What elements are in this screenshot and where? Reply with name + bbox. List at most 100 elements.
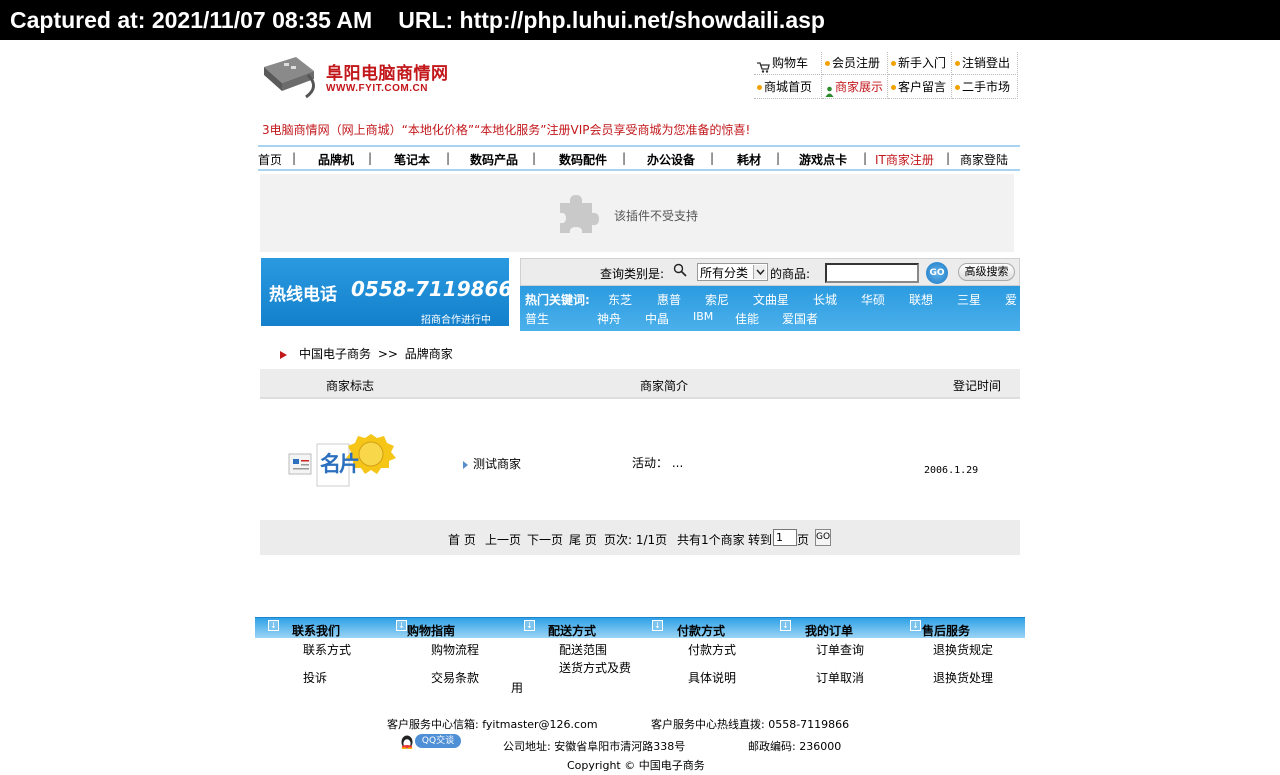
- hot-keyword[interactable]: 中晶: [645, 310, 669, 327]
- copyright: Copyright © 中国电子商务: [567, 759, 705, 772]
- hot-keyword[interactable]: 联想: [909, 291, 933, 308]
- pager-prev[interactable]: 上一页: [485, 531, 521, 548]
- hot-keyword[interactable]: 惠普: [657, 291, 681, 308]
- footer-nav-bar: ↓ 联系我们 ↓ 购物指南 ↓ 配送方式 ↓ 付款方式 ↓ 我的订单 ↓ 售后服…: [255, 617, 1025, 638]
- hot-keyword[interactable]: 文曲星: [753, 291, 789, 308]
- pager-next[interactable]: 下一页: [527, 531, 563, 548]
- cart-link[interactable]: 购物车: [754, 52, 822, 75]
- footer-header-orders[interactable]: 我的订单: [805, 622, 853, 639]
- pager-goto-label: 转到: [748, 533, 773, 547]
- bullet-icon: [891, 61, 896, 66]
- nav-merchant-login[interactable]: 商家登陆: [960, 151, 1008, 168]
- merchant-logo-text: 名片: [320, 451, 360, 476]
- chevron-down-icon: [753, 265, 766, 279]
- breadcrumb-root[interactable]: 中国电子商务: [299, 347, 371, 361]
- person-icon: [825, 82, 834, 97]
- footer-link[interactable]: 购物流程: [431, 641, 479, 658]
- hot-keyword[interactable]: 索尼: [705, 291, 729, 308]
- logout-link[interactable]: 注销登出: [952, 52, 1018, 75]
- pager-first[interactable]: 首 页: [448, 531, 476, 548]
- capture-timestamp: Captured at: 2021/11/07 08:35 AM: [10, 7, 373, 33]
- nav-office[interactable]: 办公设备: [647, 151, 695, 168]
- search-go-button[interactable]: GO: [926, 262, 948, 284]
- nav-home[interactable]: 首页: [258, 151, 282, 168]
- footer-link-wrap[interactable]: 用: [511, 679, 523, 696]
- hot-keyword[interactable]: 爱国者: [782, 310, 818, 327]
- footer-link[interactable]: 订单取消: [816, 669, 864, 686]
- down-arrow-icon: ↓: [652, 620, 663, 631]
- footer-link[interactable]: 配送范围: [559, 641, 607, 658]
- nav-digital[interactable]: 数码产品: [470, 151, 518, 168]
- nav-separator: |: [776, 151, 781, 165]
- qq-chat-button[interactable]: QQ交谈: [399, 733, 461, 749]
- hot-keyword[interactable]: 神舟: [597, 310, 621, 327]
- nav-separator: |: [710, 151, 715, 165]
- footer-link[interactable]: 退换货处理: [933, 669, 993, 686]
- footer-header-delivery[interactable]: 配送方式: [548, 622, 596, 639]
- triangle-right-icon: [463, 460, 468, 469]
- pager-last[interactable]: 尾 页: [569, 531, 597, 548]
- down-arrow-icon: ↓: [268, 620, 279, 631]
- hot-keyword[interactable]: 东芝: [608, 291, 632, 308]
- message-link[interactable]: 客户留言: [888, 76, 952, 99]
- puzzle-icon: [560, 195, 599, 233]
- plugin-message: 该插件不受支持: [614, 209, 699, 223]
- merchant-date: 2006.1.29: [924, 465, 979, 476]
- postcode: 邮政编码: 236000: [748, 740, 842, 753]
- hot-keyword[interactable]: IBM: [693, 310, 713, 323]
- bullet-icon: [955, 85, 960, 90]
- pager-page-unit: 页: [797, 533, 810, 547]
- hot-keyword[interactable]: 三星: [957, 291, 981, 308]
- hot-keywords-label: 热门关键词:: [525, 293, 590, 307]
- nav-accessories[interactable]: 数码配件: [559, 151, 607, 168]
- advanced-search-button[interactable]: 高级搜索: [958, 263, 1015, 281]
- down-arrow-icon: ↓: [524, 620, 535, 631]
- mall-home-link[interactable]: 商城首页: [754, 76, 822, 99]
- footer-link[interactable]: 联系方式: [303, 641, 351, 658]
- footer-header-guide[interactable]: 购物指南: [407, 622, 455, 639]
- footer-link[interactable]: 投诉: [303, 669, 327, 686]
- secondhand-link[interactable]: 二手市场: [952, 76, 1018, 99]
- hot-keyword[interactable]: 普生: [525, 310, 549, 327]
- footer-link[interactable]: 送货方式及费: [559, 659, 631, 676]
- nav-it-register[interactable]: IT商家注册: [875, 151, 934, 168]
- category-select[interactable]: 所有分类: [697, 263, 768, 281]
- register-label: 会员注册: [832, 56, 881, 70]
- newbie-label: 新手入门: [898, 56, 947, 70]
- footer-header-service[interactable]: 售后服务: [922, 622, 970, 639]
- nav-game-cards[interactable]: 游戏点卡: [799, 151, 847, 168]
- logout-label: 注销登出: [962, 56, 1011, 70]
- merchant-logo[interactable]: 名片: [285, 432, 435, 490]
- footer-header-payment[interactable]: 付款方式: [677, 622, 725, 639]
- hot-keyword[interactable]: 爱: [1005, 291, 1017, 308]
- footer-link[interactable]: 订单查询: [816, 641, 864, 658]
- logo-url: WWW.FYIT.COM.CN: [326, 83, 428, 94]
- merchant-name-link[interactable]: 测试商家: [463, 455, 521, 472]
- footer-link[interactable]: 退换货规定: [933, 641, 993, 658]
- nav-consumables[interactable]: 耗材: [737, 151, 761, 168]
- footer-link[interactable]: 具体说明: [688, 669, 736, 686]
- merchant-activity: 活动： ...: [632, 456, 684, 470]
- page-number-input[interactable]: 1: [773, 529, 797, 546]
- site-logo[interactable]: 阜阳电脑商情网 WWW.FYIT.COM.CN: [262, 53, 454, 101]
- mall-home-label: 商城首页: [764, 80, 813, 94]
- pager-go-button[interactable]: GO: [815, 529, 831, 546]
- secondhand-label: 二手市场: [962, 80, 1011, 94]
- hot-keyword[interactable]: 长城: [813, 291, 837, 308]
- nav-brand-phone[interactable]: 品牌机: [318, 151, 354, 168]
- main-nav: 首页 | 品牌机 | 笔记本 | 数码产品 | 数码配件 | 办公设备 | 耗材…: [258, 145, 1020, 171]
- merchants-label: 商家展示: [835, 80, 884, 94]
- announcement-marquee[interactable]: 3电脑商情网（网上商城）“本地化价格”“本地化服务”注册VIP会员享受商城为您准…: [262, 121, 782, 138]
- nav-laptop[interactable]: 笔记本: [394, 151, 430, 168]
- search-input[interactable]: [825, 263, 919, 283]
- hot-keyword[interactable]: 华硕: [861, 291, 885, 308]
- newbie-link[interactable]: 新手入门: [888, 52, 952, 75]
- footer-link[interactable]: 交易条款: [431, 669, 479, 686]
- service-email: 客户服务中心信箱: fyitmaster@126.com: [387, 718, 598, 731]
- hot-keyword[interactable]: 佳能: [735, 310, 759, 327]
- footer-link[interactable]: 付款方式: [688, 641, 736, 658]
- register-link[interactable]: 会员注册: [822, 52, 888, 75]
- footer-header-contact[interactable]: 联系我们: [292, 622, 340, 639]
- nav-separator: |: [368, 151, 373, 165]
- merchants-link[interactable]: 商家展示: [822, 76, 888, 99]
